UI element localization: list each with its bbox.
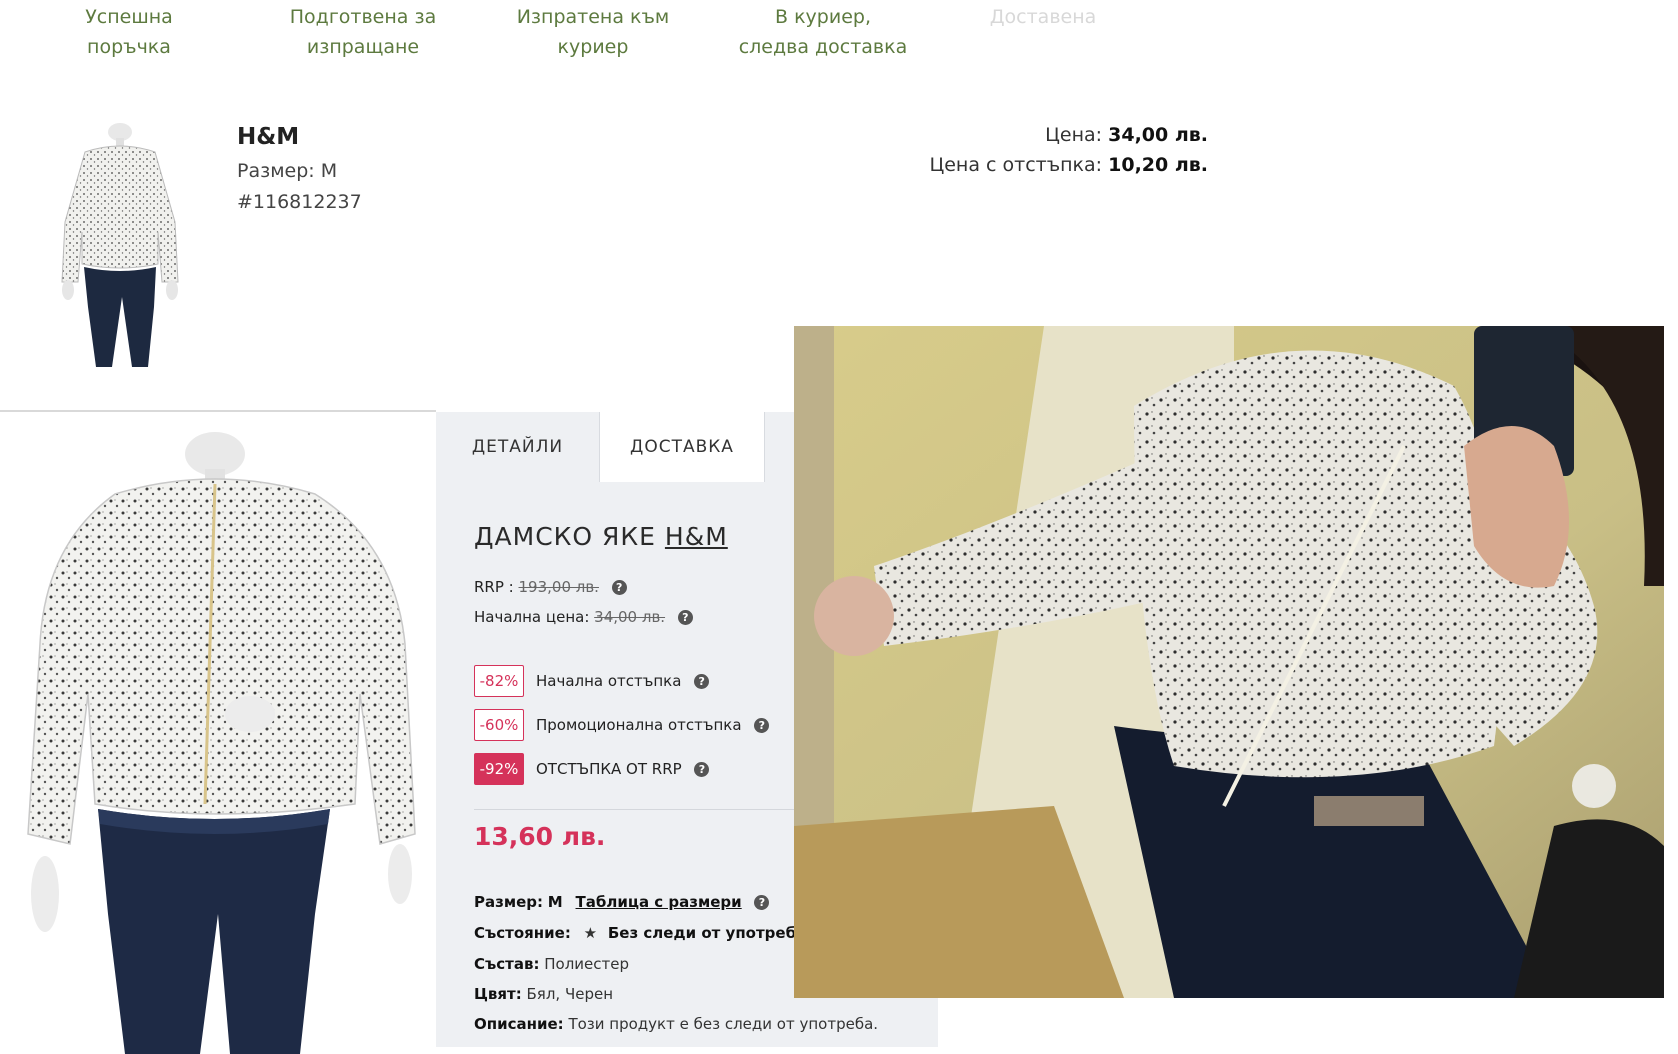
order-item-brand: H&M <box>237 124 300 150</box>
attr-condition-value: Без следи от употреба <box>607 924 807 942</box>
rrp-row: RRP : 193,00 лв. ? <box>474 578 627 596</box>
attr-size-value: M <box>547 893 563 911</box>
attr-color: Цвят: Бял, Черен <box>474 985 613 1003</box>
star-icon: ★ <box>583 924 598 942</box>
initial-price-row: Начална цена: 34,00 лв. ? <box>474 608 693 626</box>
help-icon[interactable]: ? <box>611 580 627 595</box>
tab-delivery[interactable]: ДОСТАВКА <box>599 412 765 482</box>
discount-label-promo: Промоционална отстъпка ? <box>536 716 770 734</box>
discount-label-rrp: ОТСТЪПКА ОТ RRP ? <box>536 760 710 778</box>
discount-price-value: 10,20 лв. <box>1108 154 1208 176</box>
order-item-id: #116812237 <box>237 191 362 213</box>
status-step-prepared: Подготвена за изпращане <box>289 6 437 58</box>
product-brand-link[interactable]: H&M <box>665 522 728 551</box>
help-icon[interactable]: ? <box>694 762 710 777</box>
customer-photo <box>794 326 1664 998</box>
initial-price-value: 34,00 лв. <box>594 608 666 626</box>
discount-label-text: Начална отстъпка <box>536 672 682 690</box>
status-step-in-courier: В куриер, следва доставка <box>738 6 908 58</box>
rrp-label: RRP : <box>474 578 514 596</box>
price-value: 34,00 лв. <box>1108 124 1208 146</box>
tab-details[interactable]: ДЕТАЙЛИ <box>436 412 599 482</box>
attr-condition: Състояние: ★ Без следи от употреба <box>474 924 806 942</box>
attr-description-value: Този продукт е без следи от употреба. <box>568 1015 879 1033</box>
status-step-delivered: Доставена <box>989 6 1097 28</box>
attr-condition-label: Състояние: <box>474 924 571 942</box>
product-title-prefix: ДАМСКО ЯКЕ <box>474 522 656 551</box>
initial-price-label: Начална цена: <box>474 608 590 626</box>
discount-label-text: ОТСТЪПКА ОТ RRP <box>536 760 682 778</box>
discount-badge-initial: -82% <box>474 665 524 697</box>
size-table-link[interactable]: Таблица с размери <box>576 893 742 911</box>
attr-color-label: Цвят: <box>474 985 522 1003</box>
order-item-price: Цена: 34,00 лв. <box>1045 124 1208 146</box>
help-icon[interactable]: ? <box>754 895 770 910</box>
help-icon[interactable]: ? <box>677 610 693 625</box>
discount-badge-rrp: -92% <box>474 753 524 785</box>
price-label: Цена: <box>1045 124 1103 146</box>
attr-composition-value: Полиестер <box>544 955 630 973</box>
status-step-success: Успешна поръчка <box>85 6 173 58</box>
discount-label-initial: Начална отстъпка ? <box>536 672 710 690</box>
help-icon[interactable]: ? <box>694 674 710 689</box>
status-step-sent-to-courier: Изпратена към куриер <box>516 6 670 58</box>
product-thumbnail[interactable] <box>40 122 200 370</box>
attr-size: Размер: M Таблица с размери ? <box>474 893 770 911</box>
price-divider <box>474 809 804 810</box>
final-price: 13,60 лв. <box>474 822 606 851</box>
rrp-value: 193,00 лв. <box>518 578 599 596</box>
order-item-size: Размер: M <box>237 160 338 182</box>
attr-composition-label: Състав: <box>474 955 540 973</box>
order-item-discount-price: Цена с отстъпка: 10,20 лв. <box>929 154 1208 176</box>
product-title: ДАМСКО ЯКЕ H&M <box>474 522 728 551</box>
attr-size-label: Размер: <box>474 893 544 911</box>
attr-composition: Състав: Полиестер <box>474 955 629 973</box>
discount-price-label: Цена с отстъпка: <box>929 154 1103 176</box>
discount-badge-promo: -60% <box>474 709 524 741</box>
attr-description-label: Описание: <box>474 1015 564 1033</box>
attr-color-value: Бял, Черен <box>526 985 614 1003</box>
discount-label-text: Промоционална отстъпка <box>536 716 742 734</box>
section-divider <box>0 410 436 412</box>
help-icon[interactable]: ? <box>754 718 770 733</box>
attr-description: Описание: Този продукт е без следи от уп… <box>474 1015 878 1033</box>
product-main-image[interactable] <box>0 414 436 1054</box>
